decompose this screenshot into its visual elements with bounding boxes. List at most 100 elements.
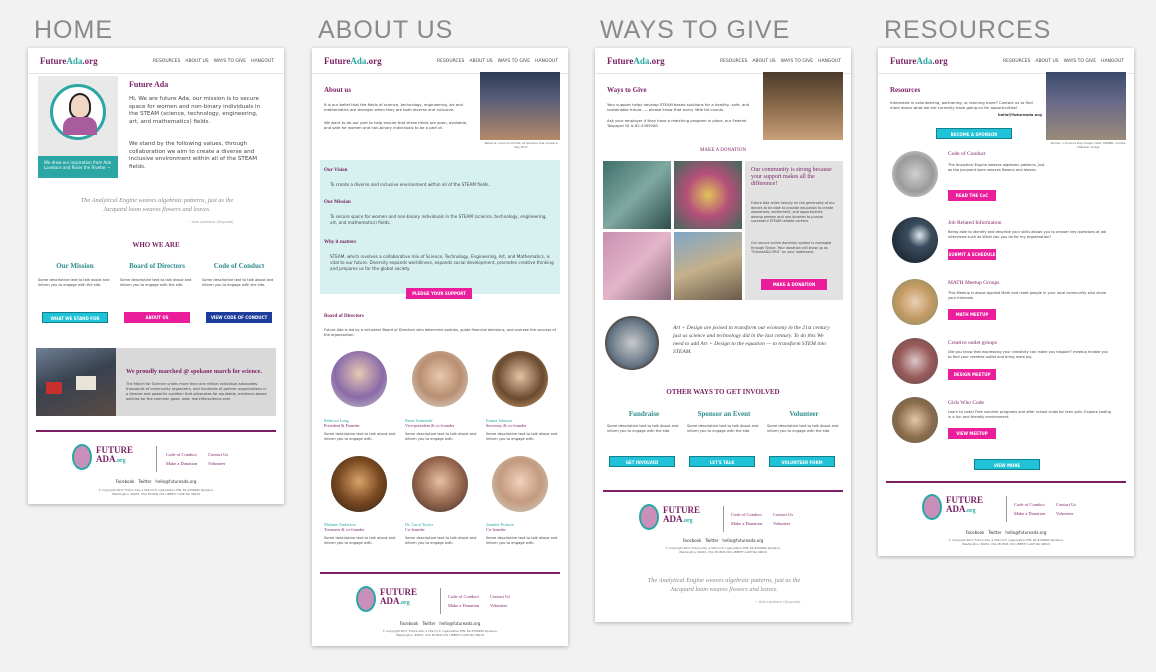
pledge-support-button[interactable]: PLEDGE YOUR SUPPORT (406, 288, 472, 299)
resources-photo (1046, 72, 1126, 140)
footer-link-coc[interactable]: Code of Conduct (448, 592, 479, 601)
lets-talk-button[interactable]: LET'S TALK (689, 456, 755, 467)
email-link[interactable]: hello@futureada.org (1005, 530, 1046, 535)
nav-item-ways[interactable]: WAYS TO GIVE (214, 59, 246, 64)
nav-item-resources[interactable]: RESOURCES (720, 59, 747, 64)
member-card-5: Dr. Carol Taylor Co-founder Some descrip… (405, 522, 479, 546)
member-text: Some descriptive text to talk about and … (405, 432, 477, 441)
volunteer-form-button[interactable]: VOLUNTEER FORM (769, 456, 835, 467)
conduct-column: Code of Conduct Some descriptive text to… (202, 262, 276, 288)
footer-link-coc[interactable]: Code of Conduct (166, 450, 197, 459)
community-title: Our community is strong because your sup… (751, 167, 832, 187)
make-donation-button[interactable]: MAKE A DONATION (761, 279, 827, 290)
nav-item-hangout[interactable]: HANGOUT (535, 59, 558, 64)
resource-button-2[interactable]: SUBMIT A SCHEDULE (948, 249, 996, 260)
resource-text-3: This Meetup is about Applied Math and me… (948, 291, 1107, 300)
conduct-title: Code of Conduct (213, 262, 265, 270)
footer-link-contact[interactable]: Contact Us (1056, 500, 1076, 509)
nav-item-hangout[interactable]: HANGOUT (251, 59, 274, 64)
what-we-stand-for-button[interactable]: WHAT WE STAND FOR (42, 312, 108, 323)
site-logo[interactable]: FutureAda.org (324, 56, 382, 66)
resource-button-5[interactable]: VIEW MEETUP (948, 428, 996, 439)
member-role: Co-founder (486, 527, 506, 532)
volunteer-title: Volunteer (789, 410, 819, 418)
member-text: Some descriptive text to talk about and … (405, 536, 477, 545)
ways-paragraph-2: Ask your employer if they have a matchin… (607, 118, 747, 128)
become-sponsor-button[interactable]: BECOME A SPONSOR (936, 128, 1012, 139)
resource-button-1[interactable]: READ THE CoC (948, 190, 996, 201)
nav-item-about[interactable]: ABOUT US (469, 59, 492, 64)
nav-bar: FutureAda.org RESOURCES ABOUT US WAYS TO G… (595, 48, 851, 74)
resource-button-4[interactable]: DESIGN MEETUP (948, 369, 996, 380)
footer-link-contact[interactable]: Contact Us (773, 510, 793, 519)
email-link[interactable]: hello@futureada.org (722, 538, 763, 543)
nav-item-hangout[interactable]: HANGOUT (1101, 59, 1124, 64)
site-logo[interactable]: FutureAda.org (40, 56, 98, 66)
footer-link-coc[interactable]: Code of Conduct (731, 510, 762, 519)
sponsor-title: Sponsor an Event (697, 410, 751, 418)
nav-item-about[interactable]: ABOUT US (1035, 59, 1058, 64)
email-link[interactable]: hello@futureada.org (439, 621, 480, 626)
footer-link-volunteer[interactable]: Volunteer (208, 459, 228, 468)
view-more-button[interactable]: VIEW MORE (974, 459, 1040, 470)
nav-item-about[interactable]: ABOUT US (185, 59, 208, 64)
facebook-link[interactable]: Facebook (966, 530, 985, 535)
twitter-link[interactable]: Twitter (422, 621, 435, 626)
footer-logo[interactable]: FUTURE ADA.org (922, 494, 996, 522)
twitter-link[interactable]: Twitter (988, 530, 1001, 535)
resources-intro: Interested in volunteering, partnering, … (890, 100, 1033, 110)
footer-link-volunteer[interactable]: Volunteer (1056, 509, 1076, 518)
view-code-of-conduct-button[interactable]: VIEW CODE OF CONDUCT (206, 312, 272, 323)
email-link[interactable]: hello@futureada.org (155, 479, 196, 484)
footer-link-volunteer[interactable]: Volunteer (773, 519, 793, 528)
footer-logo[interactable]: FUTURE ADA.org (356, 586, 430, 614)
member-text: Some descriptive text to talk about and … (486, 432, 558, 441)
nav-item-resources[interactable]: RESOURCES (437, 59, 464, 64)
footer-link-volunteer[interactable]: Volunteer (490, 601, 510, 610)
hero-image: We draw our inspiration from Ada Lovelac… (38, 76, 118, 178)
about-us-button[interactable]: ABOUT US (124, 312, 190, 323)
conduct-text: Some descriptive text to talk about and … (202, 278, 274, 287)
nav-item-ways[interactable]: WAYS TO GIVE (1064, 59, 1096, 64)
footer-link-donation[interactable]: Make a Donation (731, 519, 762, 528)
community-text-1: Future Ada relies heavily on the generos… (751, 201, 835, 224)
twitter-link[interactable]: Twitter (705, 538, 718, 543)
site-logo[interactable]: FutureAda.org (607, 56, 665, 66)
footer-link-donation[interactable]: Make a Donation (1014, 509, 1045, 518)
facebook-link[interactable]: Facebook (400, 621, 419, 626)
member-card-6: Jennifer Preston Co-founder Some descrip… (486, 522, 560, 546)
facebook-link[interactable]: Facebook (683, 538, 702, 543)
member-role: Secretary & co-founder (486, 423, 527, 428)
resources-photo-caption: Women in Science Day image credit: RIKNE… (1050, 141, 1126, 149)
footer-link-donation[interactable]: Make a Donation (166, 459, 197, 468)
fundraise-column: Fundraise Some descriptive text to talk … (607, 410, 681, 434)
group-photo (480, 72, 560, 140)
nav-item-about[interactable]: ABOUT US (752, 59, 775, 64)
footer-link-contact[interactable]: Contact Us (490, 592, 510, 601)
facebook-link[interactable]: Facebook (116, 479, 135, 484)
resource-button-3[interactable]: MATH MEETUP (948, 309, 996, 320)
nav-item-hangout[interactable]: HANGOUT (818, 59, 841, 64)
footer-link-donation[interactable]: Make a Donation (448, 601, 479, 610)
nav-bar: FutureAda.org RESOURCES ABOUT US WAYS TO G… (878, 48, 1134, 74)
mission-title: Our Mission (56, 262, 94, 270)
site-logo[interactable]: FutureAda.org (890, 56, 948, 66)
footer-link-contact[interactable]: Contact Us (208, 450, 228, 459)
vision-mission-panel: Our Vision To create a diverse and inclu… (320, 160, 560, 294)
footer-logo[interactable]: FUTURE ADA.org (639, 504, 713, 532)
resource-title-5: Girls Who Code (948, 400, 984, 406)
get-involved-button[interactable]: GET INVOLVED (609, 456, 675, 467)
nav-item-ways[interactable]: WAYS TO GIVE (781, 59, 813, 64)
hero-paragraph-1: Hi, We are future Ada, our mission is to… (129, 96, 261, 125)
twitter-link[interactable]: Twitter (138, 479, 151, 484)
footer-logo[interactable]: FUTURE ADA.org (72, 444, 146, 472)
nav-item-ways[interactable]: WAYS TO GIVE (498, 59, 530, 64)
resource-photo-4 (892, 338, 938, 384)
nav-item-resources[interactable]: RESOURCES (153, 59, 180, 64)
resources-email[interactable]: hello@futureada.org (890, 112, 1042, 117)
member-text: Some descriptive text to talk about and … (486, 536, 558, 545)
footer-link-coc[interactable]: Code of Conduct (1014, 500, 1045, 509)
resources-section-title: RESOURCES (884, 16, 1052, 44)
volunteer-text: Some descriptive text to talk about and … (767, 424, 839, 433)
nav-item-resources[interactable]: RESOURCES (1003, 59, 1030, 64)
